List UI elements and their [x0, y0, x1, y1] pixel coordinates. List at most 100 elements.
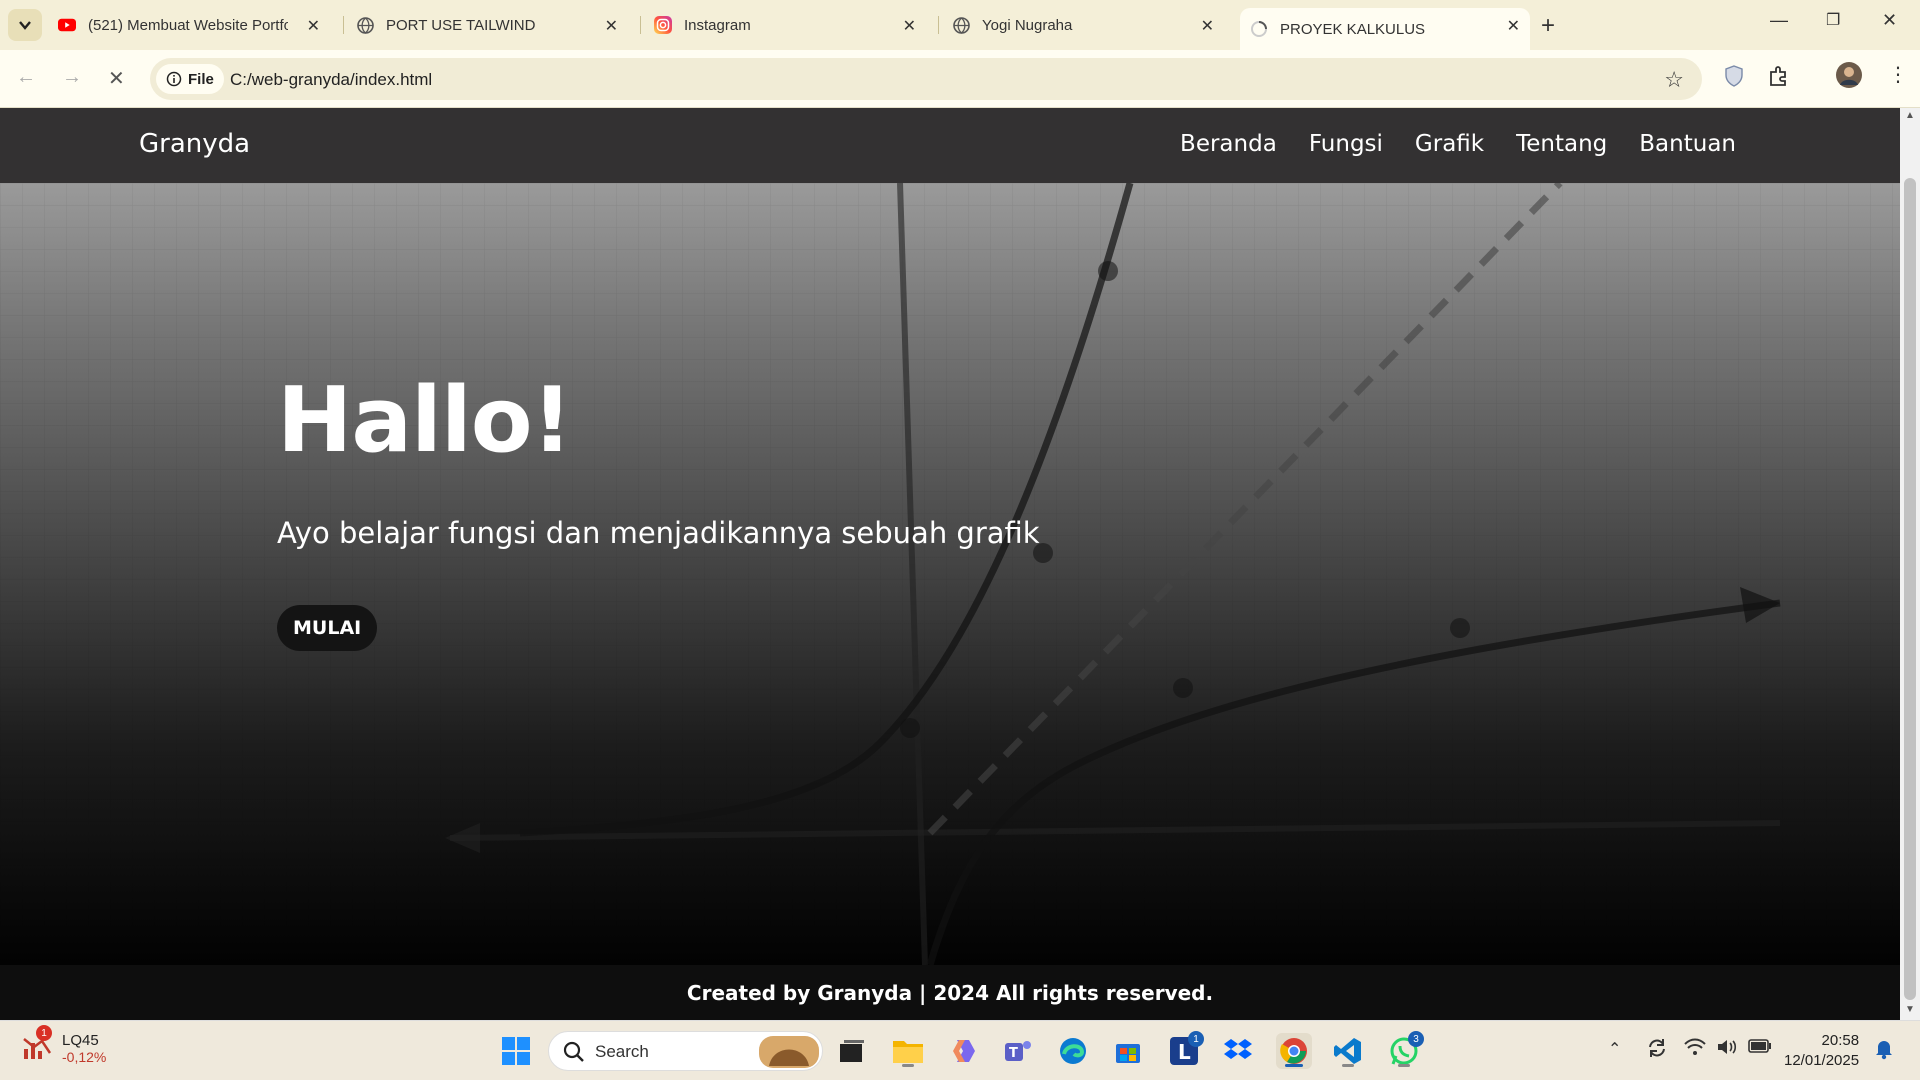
tab-title: (521) Membuat Website Portfol: [88, 16, 288, 34]
tab-search-button[interactable]: [8, 9, 42, 41]
whatsapp-icon[interactable]: 3: [1386, 1031, 1424, 1069]
close-tab-icon[interactable]: ✕: [903, 16, 916, 36]
chrome-icon[interactable]: [1276, 1033, 1312, 1069]
loading-icon: [1250, 20, 1268, 38]
scroll-down-arrow-icon[interactable]: ▼: [1905, 1004, 1915, 1015]
nav-link-beranda[interactable]: Beranda: [1180, 131, 1277, 157]
stock-chart-icon: 1: [22, 1025, 52, 1066]
site-menu: Beranda Fungsi Grafik Tentang Bantuan: [1180, 131, 1736, 157]
web-page: Granyda Beranda Fungsi Grafik Tentang Ba…: [0, 108, 1900, 1020]
site-brand[interactable]: Granyda: [139, 129, 250, 159]
profile-avatar[interactable]: [1836, 62, 1862, 93]
nav-link-fungsi[interactable]: Fungsi: [1309, 131, 1383, 157]
task-view-icon[interactable]: [834, 1033, 870, 1069]
site-info-label: File: [188, 70, 214, 88]
vscode-icon[interactable]: [1330, 1033, 1366, 1069]
youtube-icon: [58, 16, 76, 34]
show-hidden-icons-chevron-icon[interactable]: ⌃: [1608, 1039, 1621, 1059]
address-bar[interactable]: File C:/web-granyda/index.html ☆: [150, 58, 1702, 100]
scroll-up-arrow-icon[interactable]: ▲: [1905, 110, 1915, 121]
site-footer: Created by Granyda | 2024 All rights res…: [0, 965, 1900, 1020]
tab-youtube[interactable]: (521) Membuat Website Portfol ✕: [58, 8, 330, 42]
dropbox-icon[interactable]: [1220, 1033, 1256, 1069]
nav-link-tentang[interactable]: Tentang: [1516, 131, 1607, 157]
edge-icon[interactable]: [1055, 1033, 1091, 1069]
sync-icon[interactable]: [1646, 1037, 1668, 1064]
globe-icon: [952, 16, 970, 34]
tab-title: Yogi Nugraha: [982, 16, 1073, 34]
browser-toolbar: ← → ✕ File C:/web-granyda/index.html ☆ ⋮: [0, 50, 1920, 108]
l-app-badge: 1: [1188, 1031, 1204, 1047]
hero-subtitle: Ayo belajar fungsi dan menjadikannya seb…: [277, 516, 1040, 550]
tab-yogi-nugraha[interactable]: Yogi Nugraha ✕: [952, 8, 1224, 42]
microsoft-store-icon[interactable]: [1110, 1033, 1146, 1069]
minimize-button[interactable]: —: [1770, 10, 1788, 31]
svg-text:T: T: [1009, 1046, 1018, 1061]
running-indicator: [1398, 1064, 1410, 1067]
whatsapp-badge: 3: [1408, 1031, 1424, 1047]
search-icon: [563, 1041, 584, 1062]
tab-proyek-kalkulus[interactable]: PROYEK KALKULUS ✕: [1240, 8, 1530, 50]
site-info-chip[interactable]: File: [156, 64, 224, 94]
tab-instagram[interactable]: Instagram ✕: [654, 8, 926, 42]
kebab-menu-icon[interactable]: ⋮: [1888, 62, 1908, 87]
scrollbar-thumb[interactable]: [1904, 178, 1916, 1000]
tab-separator: [938, 16, 939, 34]
stock-widget[interactable]: 1 LQ45 -0,12%: [22, 1025, 107, 1066]
nav-link-grafik[interactable]: Grafik: [1415, 131, 1484, 157]
extensions-puzzle-icon[interactable]: [1768, 65, 1790, 92]
taskbar-search[interactable]: Search: [548, 1031, 823, 1071]
volume-icon[interactable]: [1716, 1038, 1738, 1061]
graph-background-image: [0, 183, 1900, 965]
stock-badge: 1: [36, 1025, 52, 1041]
nav-link-bantuan[interactable]: Bantuan: [1639, 131, 1736, 157]
site-navbar: Granyda Beranda Fungsi Grafik Tentang Ba…: [0, 108, 1900, 183]
windows-taskbar: 1 LQ45 -0,12% Search T L 1 3 ⌃ 20:58 12/…: [0, 1020, 1920, 1080]
bookmark-star-icon[interactable]: ☆: [1664, 67, 1684, 93]
start-button[interactable]: [498, 1033, 534, 1069]
tab-separator: [640, 16, 641, 34]
url-text[interactable]: C:/web-granyda/index.html: [230, 70, 432, 90]
tab-title: PORT USE TAILWIND: [386, 16, 536, 34]
running-indicator: [1342, 1064, 1354, 1067]
instagram-icon: [654, 16, 672, 34]
copilot-icon[interactable]: [946, 1033, 982, 1069]
search-label: Search: [595, 1042, 649, 1061]
close-tab-icon[interactable]: ✕: [1507, 16, 1520, 36]
close-tab-icon[interactable]: ✕: [1201, 16, 1214, 36]
stop-loading-button[interactable]: ✕: [108, 66, 125, 91]
search-highlight-image: [759, 1036, 819, 1068]
clock-date: 12/01/2025: [1784, 1052, 1860, 1069]
tab-separator: [343, 16, 344, 34]
close-tab-icon[interactable]: ✕: [605, 16, 618, 36]
l-app-icon[interactable]: L 1: [1166, 1031, 1204, 1069]
page-scrollbar[interactable]: ▲ ▼: [1900, 108, 1920, 1020]
hero-title: Hallo!: [277, 368, 573, 473]
battery-icon[interactable]: [1748, 1039, 1772, 1058]
hero-section: Hallo! Ayo belajar fungsi dan menjadikan…: [0, 183, 1900, 965]
stock-change: -0,12%: [62, 1049, 107, 1065]
chevron-down-icon: [19, 21, 31, 30]
forward-button[interactable]: →: [62, 66, 82, 89]
tab-title: PROYEK KALKULUS: [1280, 20, 1426, 38]
back-button[interactable]: ←: [16, 66, 36, 89]
close-window-button[interactable]: ✕: [1882, 10, 1897, 31]
wifi-icon[interactable]: [1684, 1038, 1706, 1061]
system-clock[interactable]: 20:58 12/01/2025: [1784, 1031, 1859, 1071]
windows-logo-icon: [502, 1037, 530, 1065]
tab-bar: (521) Membuat Website Portfol ✕ PORT USE…: [0, 0, 1920, 50]
shield-extension-icon[interactable]: [1724, 65, 1744, 92]
restore-button[interactable]: ❐: [1826, 10, 1840, 30]
tab-port-use-tailwind[interactable]: PORT USE TAILWIND ✕: [356, 8, 628, 42]
file-explorer-icon[interactable]: [890, 1033, 926, 1069]
notification-bell-icon[interactable]: [1874, 1038, 1894, 1065]
new-tab-button[interactable]: +: [1541, 12, 1555, 40]
globe-icon: [356, 16, 374, 34]
running-indicator: [902, 1064, 914, 1067]
close-tab-icon[interactable]: ✕: [307, 16, 320, 36]
clock-time: 20:58: [1821, 1032, 1860, 1049]
tab-title: Instagram: [684, 16, 751, 34]
start-button[interactable]: MULAI: [277, 605, 378, 651]
active-indicator: [1285, 1064, 1303, 1067]
teams-icon[interactable]: T: [1000, 1033, 1036, 1069]
